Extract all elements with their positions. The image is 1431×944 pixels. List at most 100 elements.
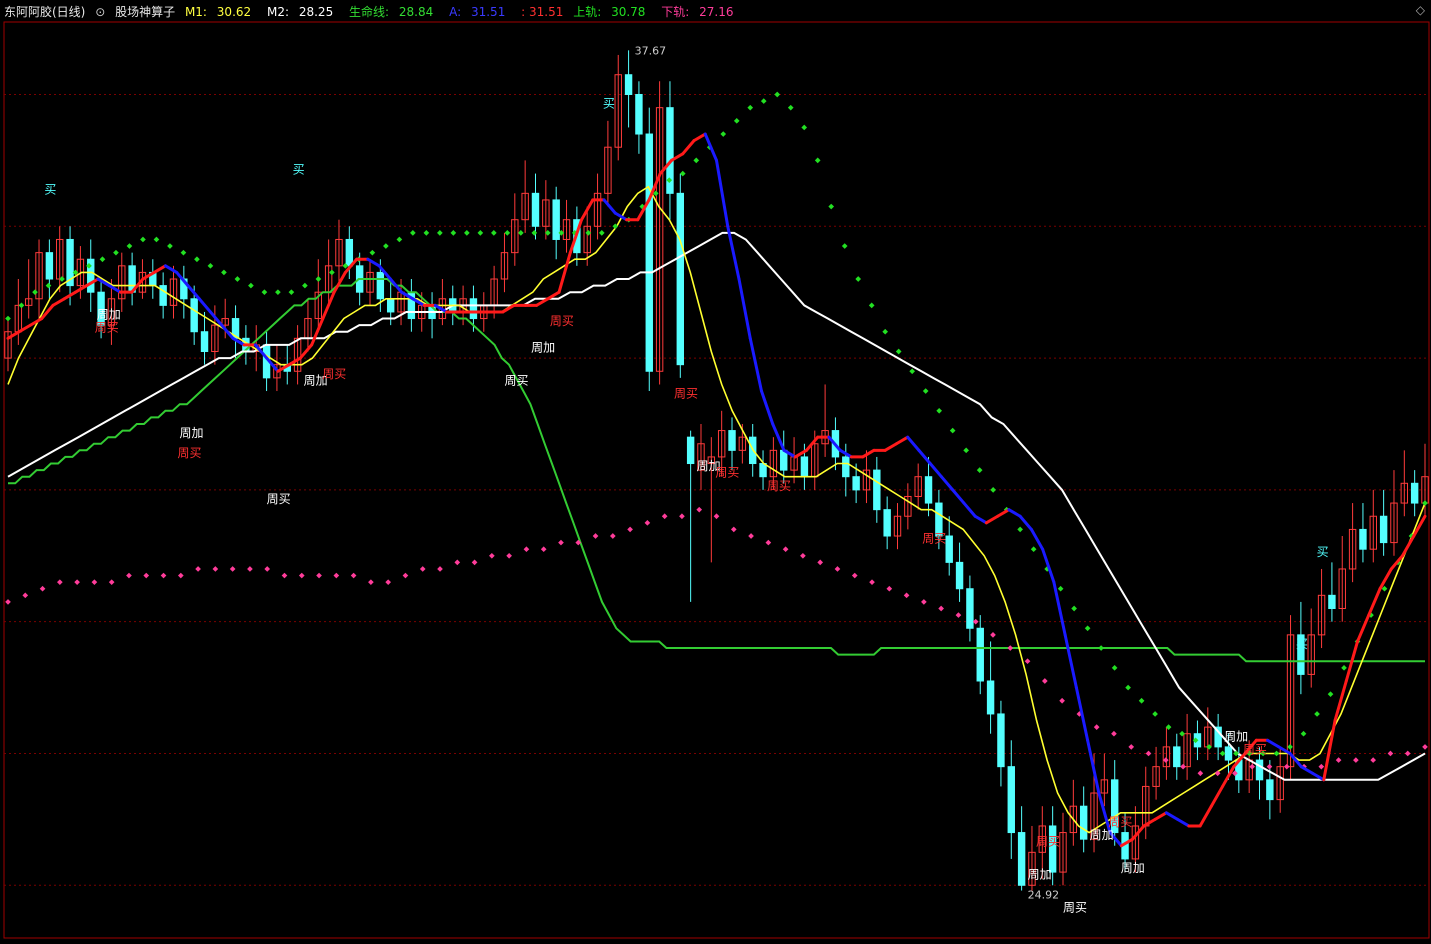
upper-band-dot	[517, 230, 524, 236]
lower-band-dot	[1042, 678, 1048, 684]
candle-body	[728, 430, 736, 451]
upper-band-dot	[369, 249, 376, 256]
trend-line-segment	[1176, 817, 1191, 828]
lower-band-dot	[437, 566, 443, 572]
upper-band-dot	[153, 236, 160, 243]
lower-band-dot	[558, 539, 564, 546]
lower-band-dot	[298, 572, 305, 579]
lower-band-dot	[281, 572, 288, 579]
trend-line-segment	[557, 251, 572, 294]
trend-line-segment	[152, 264, 167, 274]
candlestick-chart[interactable]: 37.6724.92买买买买买周加周加周加周加周加周加周加周加周加周买周买周买周…	[0, 0, 1431, 944]
upper-band-dot	[1287, 744, 1293, 750]
lower-band-dot	[1145, 750, 1152, 757]
trend-line-segment	[1266, 738, 1281, 749]
trend-line-segment	[186, 284, 201, 301]
trend-line-segment	[939, 475, 955, 492]
upper-band-dot	[288, 289, 295, 296]
candle-body	[376, 271, 385, 300]
lower-band-dot	[1180, 763, 1186, 770]
candle-body	[1224, 746, 1233, 761]
trend-line-segment	[715, 158, 730, 228]
trend-line-segment	[1086, 738, 1101, 795]
upper-band-dot	[1422, 500, 1428, 506]
candle-body	[800, 456, 809, 478]
trend-line-segment	[220, 323, 235, 340]
lower-band-dot	[333, 572, 340, 579]
upper-band-dot	[504, 230, 511, 236]
buy-signal-label: 买	[1317, 545, 1329, 559]
upper-band-dot	[1233, 750, 1239, 757]
upper-band-dot	[693, 157, 700, 164]
m2-line	[7, 231, 1426, 781]
upper-band-dot	[383, 243, 389, 249]
upper-band-dot	[1219, 750, 1226, 757]
upper-band-dot	[437, 230, 443, 236]
lower-band-dot	[713, 513, 720, 520]
trend-line-segment	[1378, 567, 1393, 591]
candle-body	[759, 463, 767, 478]
trend-line-segment	[984, 514, 1000, 525]
trend-line-segment	[861, 448, 876, 459]
lower-band-dot	[385, 579, 391, 585]
candle-body	[1007, 766, 1015, 834]
lower-band-dot	[212, 566, 219, 572]
trend-line-segment	[928, 462, 943, 479]
week-add-label: 周加	[1090, 828, 1114, 842]
candle-body	[1410, 482, 1419, 504]
trend-line-segment	[951, 488, 966, 505]
week-buy-label: 周买	[177, 446, 201, 460]
week-add-label: 周加	[531, 340, 555, 354]
trend-line-segment	[546, 290, 561, 301]
upper-band-dot	[1057, 585, 1064, 592]
candle-body	[873, 469, 881, 511]
upper-band-dot	[1138, 697, 1145, 704]
candle-body	[531, 192, 540, 227]
candle-body	[635, 93, 643, 135]
candle-body	[966, 588, 974, 629]
trend-line-segment	[1018, 514, 1033, 531]
lower-band-dot	[1318, 763, 1325, 770]
upper-band-dot	[180, 249, 187, 256]
lower-band-dot	[851, 572, 858, 579]
upper-band-dot	[1111, 664, 1118, 671]
lower-band-dot	[696, 506, 703, 513]
lower-band-dot	[869, 579, 875, 585]
upper-band-dot	[1273, 750, 1280, 757]
upper-band-dot	[598, 230, 605, 236]
upper-band-dot	[841, 243, 848, 249]
upper-band-dot	[1327, 691, 1334, 698]
lower-band-dot	[679, 513, 685, 520]
buy-signal-label: 买	[293, 163, 305, 177]
week-buy-label: 周买	[504, 373, 528, 387]
upper-band-dot	[99, 256, 106, 263]
upper-band-dot	[477, 230, 484, 236]
lower-band-dot	[1283, 763, 1290, 770]
upper-band-dot	[45, 282, 52, 289]
upper-band-dot	[1017, 526, 1023, 533]
lower-band-dot	[1266, 763, 1273, 770]
week-buy-label: 周买	[1243, 742, 1267, 756]
upper-band-dot	[733, 118, 740, 124]
candle-body	[345, 238, 354, 267]
lower-band-dot	[506, 552, 512, 559]
lower-band-dot	[471, 559, 478, 566]
lower-band-dot	[91, 579, 98, 585]
candle-body	[469, 298, 478, 320]
lower-band-dot	[57, 579, 63, 585]
trend-line-segment	[973, 514, 988, 525]
upper-band-dot	[126, 243, 133, 249]
candle-body	[924, 476, 933, 504]
trend-line-segment	[298, 343, 314, 360]
lower-band-dot	[661, 513, 668, 520]
week-buy-label: 周买	[550, 314, 574, 328]
upper-band-dot	[868, 302, 875, 309]
lower-band-dot	[817, 559, 824, 566]
lower-band-dot	[108, 579, 115, 585]
upper-band-dot	[1030, 546, 1037, 553]
upper-band-dot	[302, 282, 308, 289]
upper-band-dot	[882, 328, 889, 335]
upper-band-dot	[18, 302, 25, 309]
candle-body	[45, 252, 54, 280]
week-buy-label: 周买	[922, 532, 946, 546]
